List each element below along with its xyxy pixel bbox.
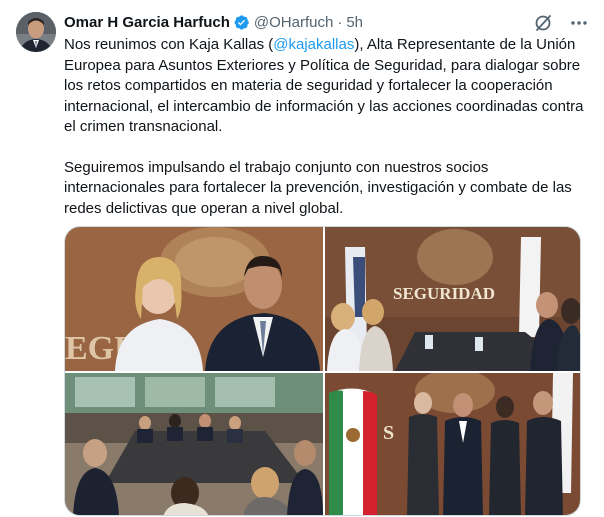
wall-lettering: SEGURIDAD (393, 284, 495, 303)
photo-4[interactable]: S (325, 373, 580, 515)
photo-2[interactable]: SEGURIDAD (325, 227, 580, 371)
media-grid: EGURI SEGURIDAD (64, 226, 581, 516)
verified-badge-icon (233, 14, 250, 31)
more-options-icon[interactable] (568, 12, 590, 34)
tweet-paragraph-1: Nos reunimos con Kaja Kallas (@kajakalla… (64, 35, 589, 138)
paragraph-text: Nos reunimos con Kaja Kallas ( (64, 36, 274, 53)
photo-3[interactable] (65, 373, 323, 515)
avatar[interactable] (16, 12, 56, 52)
author-name[interactable]: Omar H Garcia Harfuch (64, 14, 230, 31)
photo-1[interactable]: EGURI (65, 227, 323, 371)
separator-dot: · (337, 13, 343, 31)
wall-lettering: S (383, 422, 394, 444)
mention-link[interactable]: @kajakallas (273, 36, 354, 53)
tweet-header: Omar H Garcia Harfuch @OHarfuch · 5h (64, 12, 363, 32)
author-handle[interactable]: @OHarfuch (254, 14, 333, 31)
timestamp[interactable]: 5h (346, 14, 363, 31)
tweet-paragraph-2: Seguiremos impulsando el trabajo conjunt… (64, 158, 572, 217)
grok-icon[interactable] (532, 12, 554, 34)
tweet-text: Nos reunimos con Kaja Kallas (@kajakalla… (64, 35, 589, 219)
avatar-image (16, 12, 56, 52)
tweet-actions-top (532, 12, 590, 34)
